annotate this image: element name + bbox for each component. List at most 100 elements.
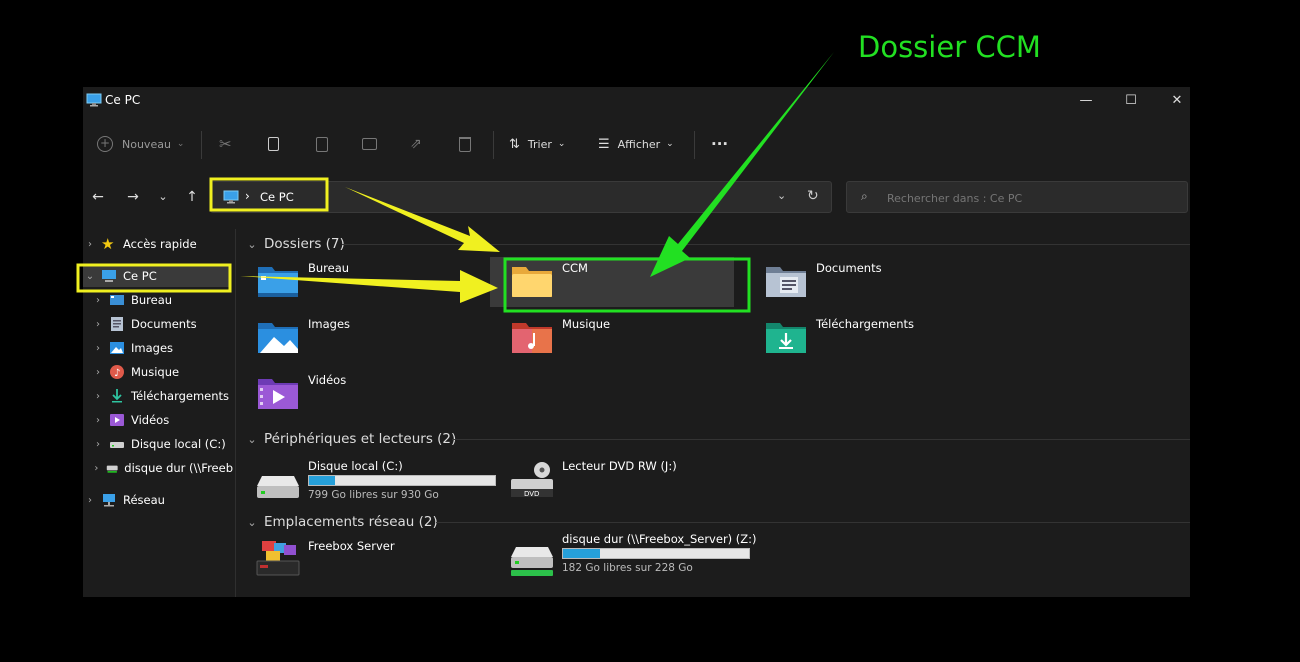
- section-header-folders[interactable]: ⌄ Dossiers (7): [244, 234, 344, 254]
- recent-locations-button[interactable]: ⌄: [153, 187, 173, 207]
- folder-tile-music[interactable]: Musique: [490, 313, 734, 363]
- address-bar[interactable]: › Ce PC ⌄ ↻: [210, 181, 832, 213]
- sidebar-item-music[interactable]: › ♪ Musique: [91, 361, 179, 383]
- toolbar-separator: [201, 131, 202, 159]
- folder-tile-documents[interactable]: Documents: [744, 257, 988, 307]
- network-icon: [103, 494, 115, 507]
- monitor-icon: [86, 93, 102, 107]
- disk-usage-bar: [308, 475, 496, 486]
- svg-text:♪: ♪: [114, 368, 120, 379]
- sidebar-item-network-drive[interactable]: › disque dur (\\Freeb: [91, 457, 233, 479]
- paste-button[interactable]: [316, 133, 328, 155]
- sidebar-item-desktop[interactable]: › Bureau: [91, 289, 172, 311]
- window-title: Ce PC: [105, 93, 141, 107]
- chevron-right-icon: ›: [96, 366, 100, 378]
- copy-button[interactable]: [268, 133, 279, 155]
- forward-button[interactable]: →: [123, 187, 143, 207]
- chevron-right-icon: ›: [96, 342, 100, 354]
- tile-label: Freebox Server: [308, 539, 395, 553]
- scissors-icon: ✂: [219, 135, 232, 153]
- section-header-devices[interactable]: ⌄ Périphériques et lecteurs (2): [244, 429, 456, 449]
- chevron-down-icon: ⌄: [176, 139, 185, 149]
- view-list-icon: ☰: [598, 136, 610, 152]
- navigation-pane: › ★ Accès rapide ⌄ Ce PC › Bureau › Docu…: [83, 229, 236, 597]
- cut-button[interactable]: ✂: [219, 133, 232, 155]
- tile-label: disque dur (\\Freebox_Server) (Z:): [562, 532, 757, 546]
- delete-button[interactable]: [459, 133, 471, 155]
- sidebar-item-label: Images: [131, 341, 174, 355]
- disk-usage-bar: [562, 548, 750, 559]
- chevron-right-icon: ›: [96, 294, 100, 306]
- desktop-folder-icon: [258, 267, 298, 297]
- command-bar: + Nouveau ⌄ ✂ ⇗ ⇅ Trier ⌄ ☰ Afficher ⌄ ·…: [83, 121, 1190, 165]
- back-button[interactable]: ←: [88, 187, 108, 207]
- network-drive-icon: [106, 465, 118, 473]
- videos-icon: [110, 414, 124, 426]
- sidebar-item-network[interactable]: › Réseau: [83, 489, 165, 511]
- rename-button[interactable]: [362, 133, 377, 155]
- folder-icon: [512, 267, 552, 297]
- view-label: Afficher: [617, 137, 661, 151]
- monitor-icon: [223, 190, 239, 204]
- disk-usage-fill: [563, 549, 601, 558]
- network-tile-network-drive[interactable]: disque dur (\\Freebox_Server) (Z:) 182 G…: [490, 532, 760, 585]
- chevron-right-icon: ›: [88, 494, 92, 506]
- toolbar-separator: [493, 131, 494, 159]
- sidebar-item-label: Accès rapide: [123, 237, 197, 251]
- chevron-right-icon: ›: [94, 462, 99, 474]
- sidebar-item-label: Disque local (C:): [131, 437, 226, 451]
- breadcrumb-separator: ›: [245, 189, 250, 203]
- sidebar-item-local-disk[interactable]: › Disque local (C:): [91, 433, 226, 455]
- annotation-label: Dossier CCM: [858, 30, 1041, 64]
- refresh-icon[interactable]: ↻: [807, 188, 819, 204]
- folder-tile-desktop[interactable]: Bureau: [236, 257, 480, 307]
- drive-tile-local-disk[interactable]: Disque local (C:) 799 Go libres sur 930 …: [236, 455, 506, 505]
- minimize-button[interactable]: —: [1075, 91, 1097, 111]
- pictures-icon: [110, 342, 124, 354]
- maximize-button[interactable]: ☐: [1120, 91, 1142, 111]
- up-button[interactable]: ↑: [182, 187, 202, 207]
- more-options-button[interactable]: ···: [711, 133, 728, 155]
- folder-tile-ccm[interactable]: CCM: [490, 257, 734, 307]
- content-area: ⌄ Dossiers (7) Bureau CCM Documents Imag…: [236, 229, 1190, 597]
- sidebar-item-pictures[interactable]: › Images: [91, 337, 173, 359]
- view-button[interactable]: ☰ Afficher ⌄: [598, 133, 674, 155]
- folder-tile-downloads[interactable]: Téléchargements: [744, 313, 988, 363]
- network-drive-icon: [511, 547, 553, 576]
- sidebar-item-documents[interactable]: › Documents: [91, 313, 197, 335]
- folder-tile-pictures[interactable]: Images: [236, 313, 480, 363]
- share-icon: ⇗: [410, 136, 422, 152]
- file-explorer-window: Ce PC — ☐ ✕ + Nouveau ⌄ ✂ ⇗ ⇅ Trier ⌄ ☰ …: [83, 87, 1190, 597]
- sort-arrows-icon: ⇅: [509, 136, 520, 152]
- svg-text:DVD: DVD: [524, 490, 539, 498]
- search-box[interactable]: ⌕: [846, 181, 1188, 213]
- new-button[interactable]: + Nouveau ⌄: [97, 133, 184, 155]
- chevron-right-icon: ›: [96, 390, 100, 402]
- share-button[interactable]: ⇗: [410, 133, 422, 155]
- tile-label: Images: [308, 317, 351, 331]
- tile-label: CCM: [562, 261, 588, 275]
- section-header-network[interactable]: ⌄ Emplacements réseau (2): [244, 512, 437, 532]
- close-button[interactable]: ✕: [1166, 91, 1188, 111]
- sidebar-item-this-pc[interactable]: ⌄ Ce PC: [83, 265, 229, 287]
- section-divider: [342, 244, 1190, 245]
- sidebar-item-videos[interactable]: › Vidéos: [91, 409, 169, 431]
- sort-button[interactable]: ⇅ Trier ⌄: [509, 133, 565, 155]
- breadcrumb-ce-pc[interactable]: Ce PC: [260, 190, 294, 204]
- disk-free-space: 799 Go libres sur 930 Go: [308, 489, 439, 501]
- sidebar-item-downloads[interactable]: › Téléchargements: [91, 385, 229, 407]
- address-dropdown-chevron-icon[interactable]: ⌄: [777, 189, 786, 202]
- dvd-drive-icon: DVD: [511, 462, 553, 498]
- music-icon: ♪: [110, 365, 124, 379]
- network-tile-freebox-server[interactable]: Freebox Server: [236, 535, 480, 585]
- search-icon: ⌕: [861, 189, 868, 203]
- clipboard-icon: [316, 136, 328, 152]
- monitor-icon: [102, 270, 116, 282]
- disk-usage-fill: [309, 476, 336, 485]
- chevron-down-icon: ⌄: [247, 515, 257, 529]
- sidebar-item-quick-access[interactable]: › ★ Accès rapide: [83, 233, 197, 255]
- desktop-folder-icon: [110, 295, 124, 305]
- search-input[interactable]: [885, 189, 1169, 207]
- folder-tile-videos[interactable]: Vidéos: [236, 369, 480, 419]
- drive-tile-dvd[interactable]: DVD Lecteur DVD RW (J:): [490, 455, 734, 505]
